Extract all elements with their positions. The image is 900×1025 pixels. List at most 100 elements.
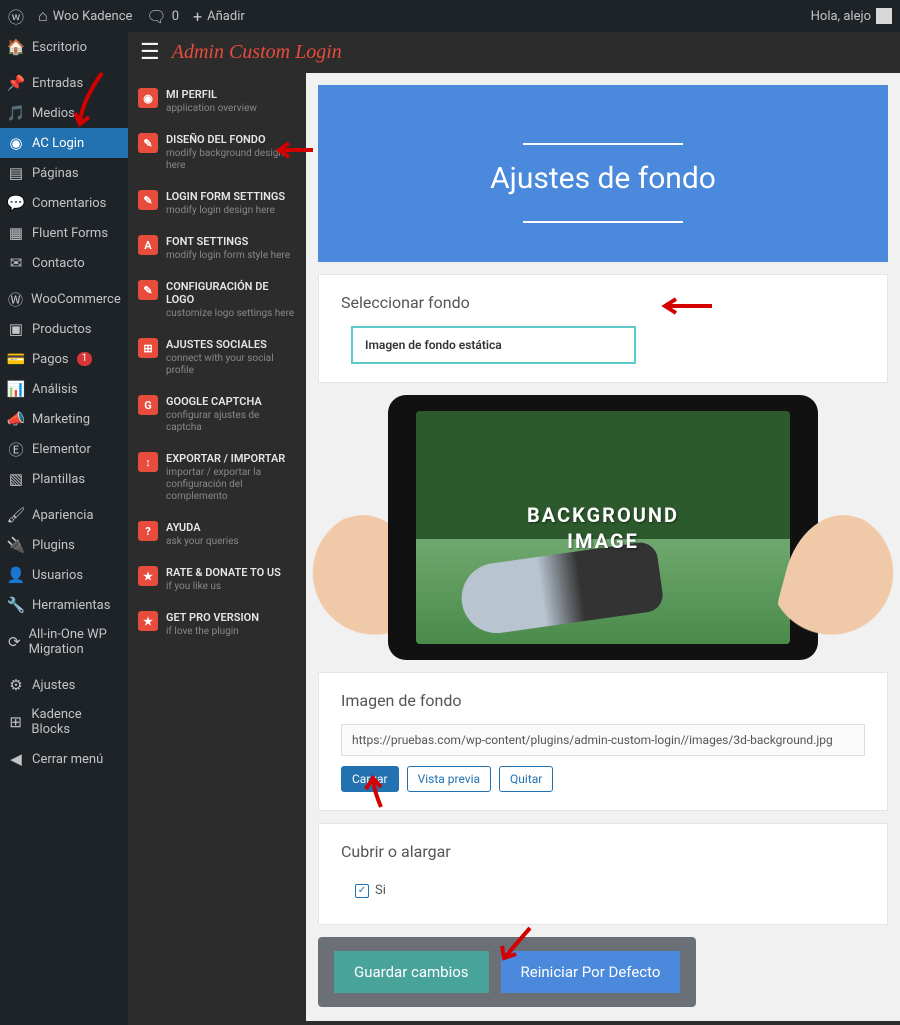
sidebar-item-all-in-one-wp-migration[interactable]: ⟳All-in-One WP Migration	[0, 620, 128, 664]
cover-checkbox[interactable]: ✓	[355, 884, 369, 898]
background-image-panel: Imagen de fondo Cargar Vista previa Quit…	[318, 672, 888, 811]
elementor-icon: Ⓔ	[8, 441, 24, 457]
plugin-nav-ajustes-sociales[interactable]: ⊞AJUSTES SOCIALESconnect with your socia…	[134, 333, 300, 382]
sidebar-item-ajustes[interactable]: ⚙Ajustes	[0, 670, 128, 700]
preview-button[interactable]: Vista previa	[407, 766, 491, 792]
plugin-title: Admin Custom Login	[172, 41, 342, 64]
avatar	[876, 8, 892, 24]
woo-icon: Ⓦ	[8, 291, 23, 307]
background-image-label: Imagen de fondo	[341, 691, 865, 710]
product-icon: ▣	[8, 321, 24, 337]
collapse-icon: ◀	[8, 751, 24, 767]
sidebar-item-entradas[interactable]: 📌Entradas	[0, 68, 128, 98]
plugin-nav-ayuda[interactable]: ?AYUDAask your queries	[134, 516, 300, 553]
plugin-nav-font-settings[interactable]: AFONT SETTINGSmodify login form style he…	[134, 230, 300, 267]
sidebar-item-cerrar-menú[interactable]: ◀Cerrar menú	[0, 744, 128, 774]
nav-icon: ✎	[138, 280, 158, 300]
brush-icon: 🖌	[8, 507, 24, 523]
sidebar-item-fluent-forms[interactable]: ▦Fluent Forms	[0, 218, 128, 248]
sidebar-item-medios[interactable]: 🎵Medios	[0, 98, 128, 128]
hero-banner: Ajustes de fondo	[318, 85, 888, 262]
user-greeting[interactable]: Hola, alejo	[811, 8, 892, 24]
pay-icon: 💳	[8, 351, 24, 367]
nav-icon: ↕	[138, 452, 158, 472]
sidebar-item-plantillas[interactable]: ▧Plantillas	[0, 464, 128, 494]
nav-icon: ?	[138, 521, 158, 541]
save-button[interactable]: Guardar cambios	[334, 951, 489, 993]
nav-icon: ✎	[138, 133, 158, 153]
plugin-nav-get-pro-version[interactable]: ★GET PRO VERSIONif love the plugin	[134, 606, 300, 643]
remove-button[interactable]: Quitar	[499, 766, 553, 792]
sidebar-item-comentarios[interactable]: 💬Comentarios	[0, 188, 128, 218]
plugin-nav-mi-perfil[interactable]: ◉MI PERFILapplication overview	[134, 83, 300, 120]
plugin-content: Ajustes de fondo Seleccionar fondo Image…	[306, 73, 900, 1021]
sidebar-item-woocommerce[interactable]: ⓌWooCommerce	[0, 284, 128, 314]
nav-icon: ◉	[138, 88, 158, 108]
sidebar-item-elementor[interactable]: ⒺElementor	[0, 434, 128, 464]
plugin-nav: ◉MI PERFILapplication overview ✎DISEÑO DE…	[128, 73, 306, 1021]
wp-admin-sidebar: 🏠Escritorio 📌Entradas🎵Medios◉AC Login▤Pág…	[0, 32, 128, 1025]
cover-stretch-label: Cubrir o alargar	[341, 842, 865, 861]
add-new-link[interactable]: +Añadir	[193, 7, 245, 26]
cover-yes-label: Si	[375, 883, 386, 898]
action-bar: Guardar cambios Reiniciar Por Defecto	[318, 937, 696, 1007]
comments-link[interactable]: 🗨0	[146, 7, 179, 26]
background-preview: BACKGROUNDIMAGE	[318, 395, 888, 660]
sidebar-item-kadence-blocks[interactable]: ⊞Kadence Blocks	[0, 700, 128, 744]
nav-icon: ★	[138, 611, 158, 631]
plugin-nav-login-form-settings[interactable]: ✎LOGIN FORM SETTINGSmodify login design …	[134, 185, 300, 222]
wp-admin-topbar: ⓦ ⌂Woo Kadence 🗨0 +Añadir Hola, alejo	[0, 0, 900, 32]
plugin-nav-rate-donate-to-us[interactable]: ★RATE & DONATE TO USif you like us	[134, 561, 300, 598]
nav-icon: ⊞	[138, 338, 158, 358]
sidebar-item-productos[interactable]: ▣Productos	[0, 314, 128, 344]
migrate-icon: ⟳	[8, 634, 21, 650]
marketing-icon: 📣	[8, 411, 24, 427]
reset-button[interactable]: Reiniciar Por Defecto	[501, 951, 681, 993]
template-icon: ▧	[8, 471, 24, 487]
sidebar-item-pagos[interactable]: 💳Pagos1	[0, 344, 128, 374]
select-background-label: Seleccionar fondo	[341, 293, 865, 312]
user-icon: 👤	[8, 567, 24, 583]
media-icon: 🎵	[8, 105, 24, 121]
form-icon: ▦	[8, 225, 24, 241]
pin-icon: 📌	[8, 75, 24, 91]
site-home-link[interactable]: ⌂Woo Kadence	[38, 6, 132, 26]
sidebar-item-páginas[interactable]: ▤Páginas	[0, 158, 128, 188]
plugin-nav-exportar-importar[interactable]: ↕EXPORTAR / IMPORTARimportar / exportar …	[134, 447, 300, 508]
sidebar-item-escritorio[interactable]: 🏠Escritorio	[0, 32, 128, 62]
wp-logo-icon[interactable]: ⓦ	[8, 4, 24, 28]
background-type-select[interactable]: Imagen de fondo estática	[351, 326, 636, 364]
tool-icon: 🔧	[8, 597, 24, 613]
sidebar-item-herramientas[interactable]: 🔧Herramientas	[0, 590, 128, 620]
mail-icon: ✉	[8, 255, 24, 271]
nav-icon: ✎	[138, 190, 158, 210]
sidebar-item-ac-login[interactable]: ◉AC Login	[0, 128, 128, 158]
dashboard-icon: 🏠	[8, 39, 24, 55]
sidebar-item-marketing[interactable]: 📣Marketing	[0, 404, 128, 434]
chart-icon: 📊	[8, 381, 24, 397]
sidebar-item-plugins[interactable]: 🔌Plugins	[0, 530, 128, 560]
tablet-frame: BACKGROUNDIMAGE	[388, 395, 818, 660]
plugin-nav-dise-o-del-fondo[interactable]: ✎DISEÑO DEL FONDOmodify background desig…	[134, 128, 300, 177]
nav-icon: ★	[138, 566, 158, 586]
comment-icon: 💬	[8, 195, 24, 211]
badge: 1	[77, 352, 93, 366]
kadence-icon: ⊞	[8, 714, 23, 730]
ac-icon: ◉	[8, 135, 24, 151]
plugin-nav-google-captcha[interactable]: GGOOGLE CAPTCHAconfigurar ajustes de cap…	[134, 390, 300, 439]
plugin-area: ☰ Admin Custom Login ◉MI PERFILapplicati…	[128, 32, 900, 1025]
page-icon: ▤	[8, 165, 24, 181]
nav-icon: G	[138, 395, 158, 415]
plugin-icon: 🔌	[8, 537, 24, 553]
upload-button[interactable]: Cargar	[341, 766, 399, 792]
sidebar-item-apariencia[interactable]: 🖌Apariencia	[0, 500, 128, 530]
sidebar-item-contacto[interactable]: ✉Contacto	[0, 248, 128, 278]
plugin-nav-configuraci-n-de-logo[interactable]: ✎CONFIGURACIÓN DE LOGOcustomize logo set…	[134, 275, 300, 325]
select-background-panel: Seleccionar fondo Imagen de fondo estáti…	[318, 274, 888, 383]
nav-icon: A	[138, 235, 158, 255]
plugin-header: ☰ Admin Custom Login	[128, 32, 900, 73]
sidebar-item-análisis[interactable]: 📊Análisis	[0, 374, 128, 404]
background-url-input[interactable]	[341, 724, 865, 756]
sidebar-item-usuarios[interactable]: 👤Usuarios	[0, 560, 128, 590]
hamburger-icon[interactable]: ☰	[140, 40, 160, 65]
